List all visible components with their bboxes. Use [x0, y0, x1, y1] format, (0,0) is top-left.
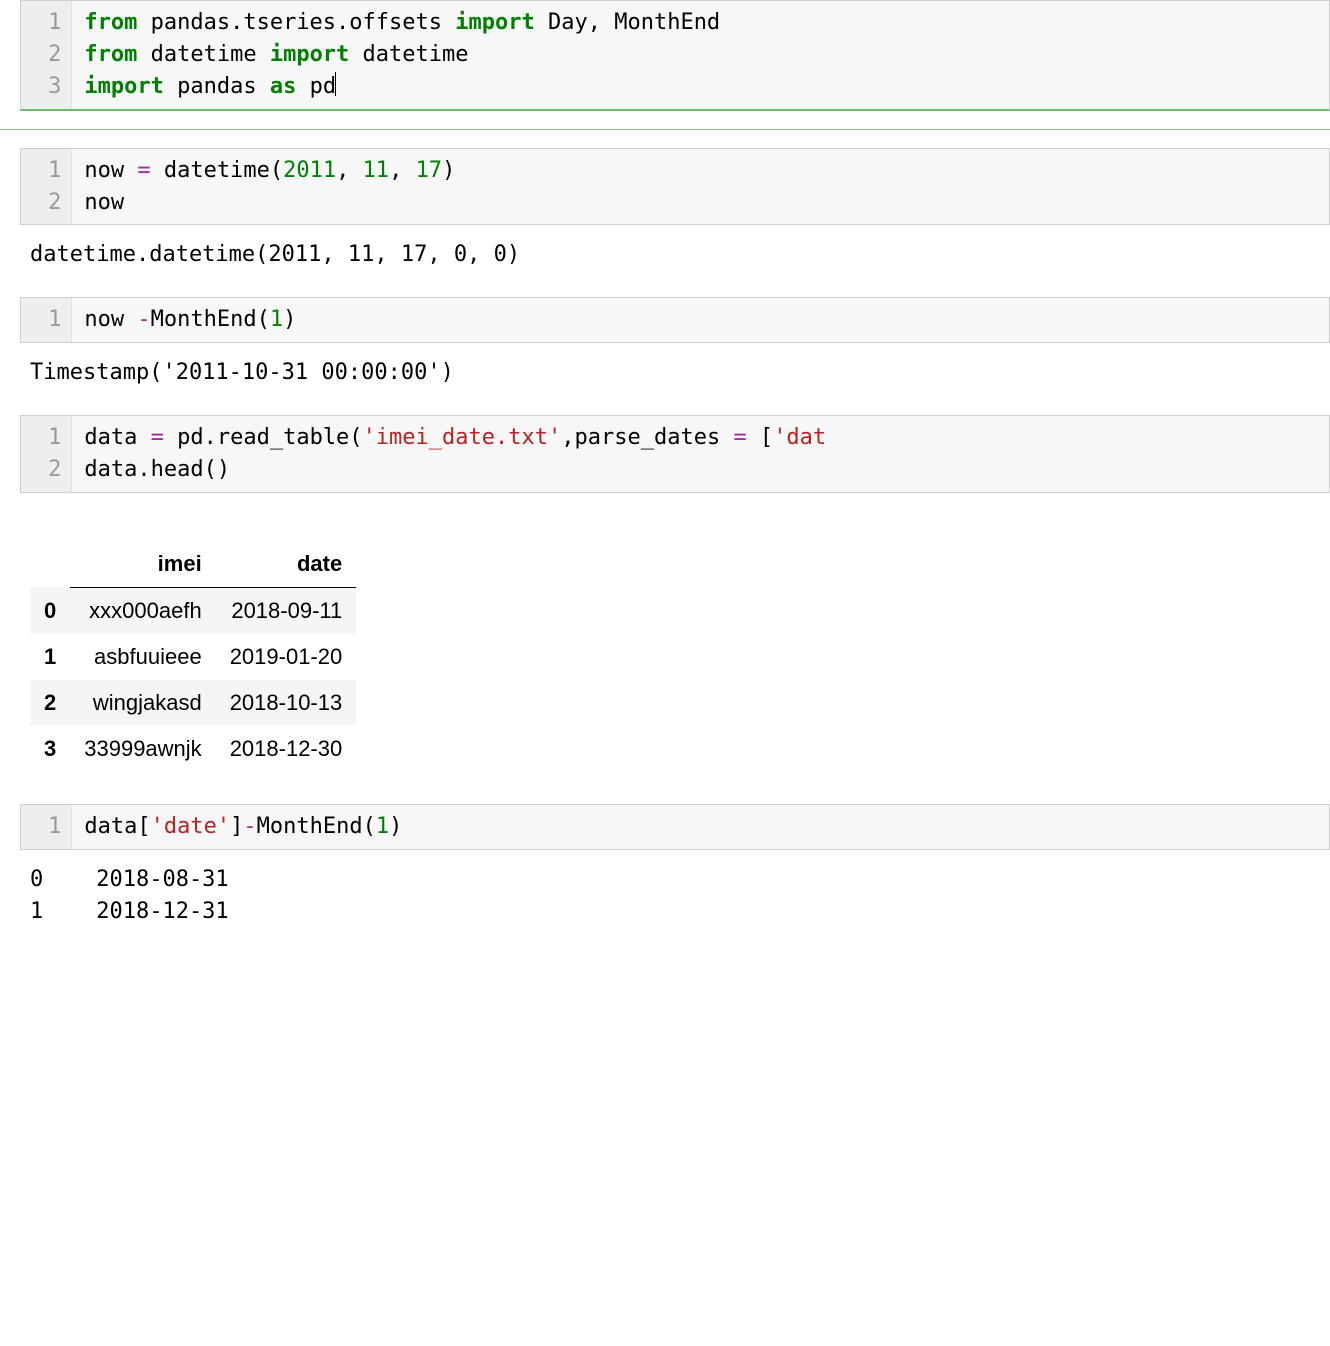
- code-line[interactable]: data.head(): [84, 454, 1317, 486]
- line-number: 2: [35, 187, 61, 219]
- code-input-area[interactable]: 12now = datetime(2011, 11, 17)now: [20, 148, 1330, 226]
- table-header-row: imeidate: [30, 541, 356, 588]
- cell-value: 33999awnjk: [70, 726, 215, 772]
- code-input-area[interactable]: 12 data = pd.read_table('imei_date.txt',p…: [20, 415, 1330, 493]
- code-line[interactable]: from datetime import datetime: [84, 39, 1317, 71]
- dataframe-output: imeidate0xxx000aefh2018-09-111asbfuuieee…: [30, 541, 356, 772]
- line-number: 3: [35, 71, 61, 103]
- cell-output: Timestamp('2011-10-31 00:00:00'): [30, 357, 1330, 389]
- line-number-gutter: 12: [21, 149, 72, 225]
- line-number-gutter: 12: [21, 416, 72, 492]
- line-number: 2: [35, 454, 61, 486]
- code-line[interactable]: data['date']-MonthEnd(1): [84, 811, 1317, 843]
- cell-output: 0 2018-08-31 1 2018-12-31: [30, 864, 1330, 928]
- row-index: 3: [30, 726, 70, 772]
- code-content[interactable]: data['date']-MonthEnd(1): [72, 805, 1329, 849]
- table-row: 0xxx000aefh2018-09-11: [30, 587, 356, 634]
- line-number-gutter: 123: [21, 1, 72, 109]
- code-cell: 12now = datetime(2011, 11, 17)now: [20, 148, 1330, 226]
- code-line[interactable]: data = pd.read_table('imei_date.txt',par…: [84, 422, 1317, 454]
- line-number: 1: [35, 7, 61, 39]
- cell-separator: [0, 129, 1330, 130]
- line-number: 1: [35, 811, 61, 843]
- line-number-gutter: 1: [21, 805, 72, 849]
- cell-value: 2019-01-20: [216, 634, 357, 680]
- code-line[interactable]: from pandas.tseries.offsets import Day, …: [84, 7, 1317, 39]
- cell-value: xxx000aefh: [70, 587, 215, 634]
- table-corner: [30, 541, 70, 588]
- code-line[interactable]: now -MonthEnd(1): [84, 304, 1317, 336]
- row-index: 2: [30, 680, 70, 726]
- code-input-area[interactable]: 123 from pandas.tseries.offsets import Da…: [20, 0, 1330, 111]
- code-content[interactable]: data = pd.read_table('imei_date.txt',par…: [72, 416, 1329, 492]
- cell-value: asbfuuieee: [70, 634, 215, 680]
- code-content[interactable]: now = datetime(2011, 11, 17)now: [72, 149, 1329, 225]
- code-cell: 1 now -MonthEnd(1): [20, 297, 1330, 343]
- code-input-area[interactable]: 1 now -MonthEnd(1): [20, 297, 1330, 343]
- line-number: 2: [35, 39, 61, 71]
- code-content[interactable]: from pandas.tseries.offsets import Day, …: [72, 1, 1329, 109]
- cell-value: wingjakasd: [70, 680, 215, 726]
- code-cell: 1 data['date']-MonthEnd(1): [20, 804, 1330, 850]
- code-line[interactable]: now: [84, 187, 1317, 219]
- column-header: imei: [70, 541, 215, 588]
- line-number: 1: [35, 155, 61, 187]
- cell-output: datetime.datetime(2011, 11, 17, 0, 0): [30, 239, 1330, 271]
- cell-value: 2018-10-13: [216, 680, 357, 726]
- text-cursor: [335, 72, 336, 96]
- row-index: 1: [30, 634, 70, 680]
- code-input-area[interactable]: 1 data['date']-MonthEnd(1): [20, 804, 1330, 850]
- cell-value: 2018-09-11: [216, 587, 357, 634]
- line-number: 1: [35, 422, 61, 454]
- code-line[interactable]: now = datetime(2011, 11, 17): [84, 155, 1317, 187]
- row-index: 0: [30, 587, 70, 634]
- code-cell: 12 data = pd.read_table('imei_date.txt',p…: [20, 415, 1330, 493]
- table-row: 333999awnjk2018-12-30: [30, 726, 356, 772]
- cell-value: 2018-12-30: [216, 726, 357, 772]
- code-cell: 123 from pandas.tseries.offsets import Da…: [20, 0, 1330, 111]
- code-line[interactable]: import pandas as pd: [84, 71, 1317, 103]
- table-row: 2wingjakasd2018-10-13: [30, 680, 356, 726]
- table-row: 1asbfuuieee2019-01-20: [30, 634, 356, 680]
- line-number: 1: [35, 304, 61, 336]
- line-number-gutter: 1: [21, 298, 72, 342]
- column-header: date: [216, 541, 357, 588]
- code-content[interactable]: now -MonthEnd(1): [72, 298, 1329, 342]
